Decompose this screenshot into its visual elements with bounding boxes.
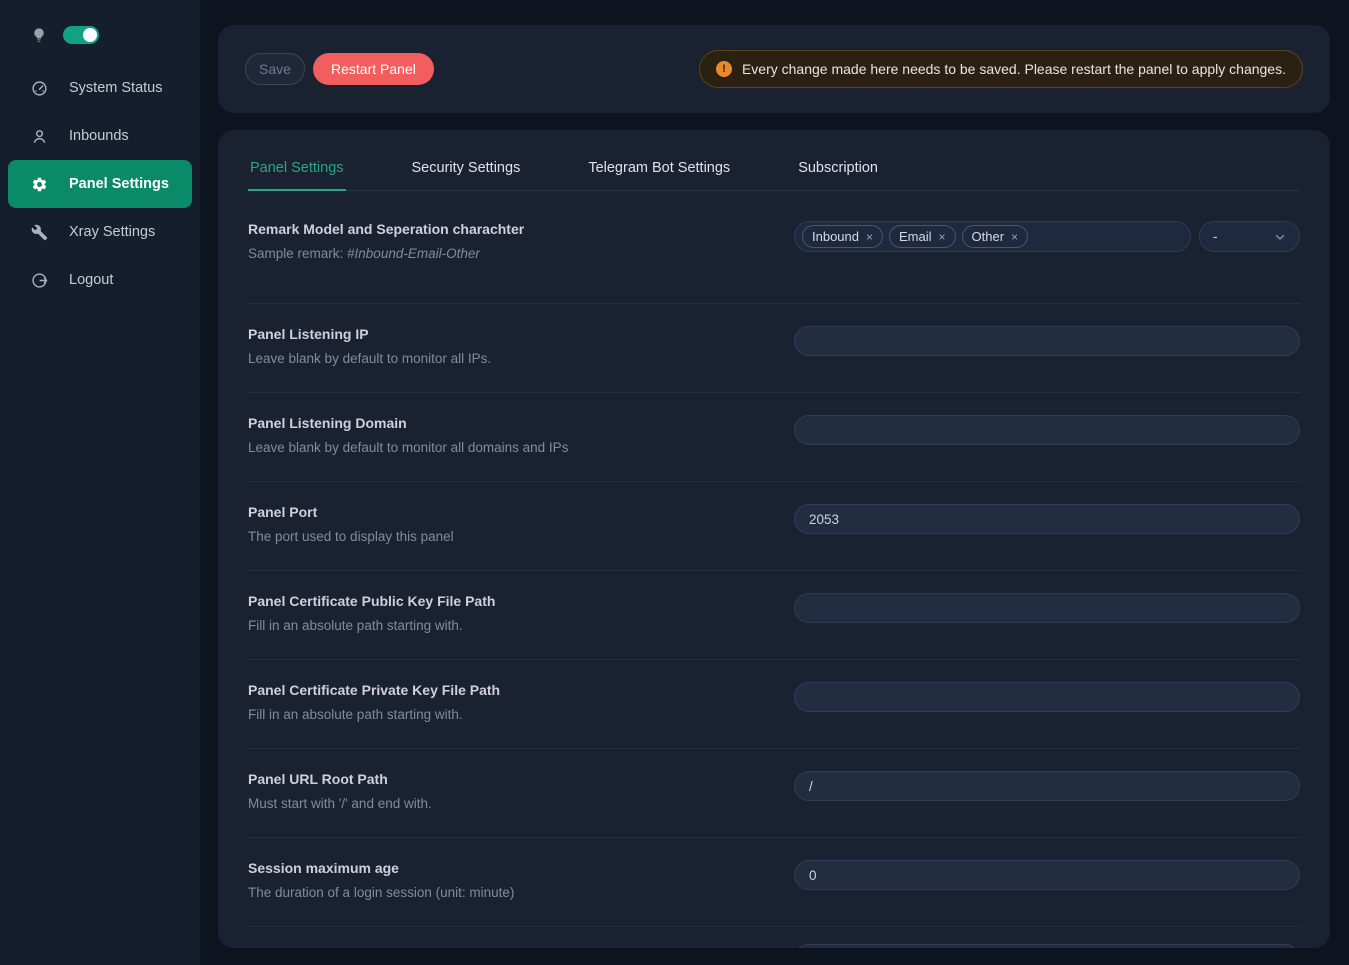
field-description: Panel Certificate Private Key File Path … (248, 682, 794, 722)
form-row-panel-port: Panel Port The port used to display this… (248, 482, 1300, 571)
field-label: Panel URL Root Path (248, 771, 754, 787)
form-row-cert-public-key: Panel Certificate Public Key File Path F… (248, 571, 1300, 660)
form-row-listening-ip: Panel Listening IP Leave blank by defaul… (248, 304, 1300, 393)
session-max-age-input[interactable] (794, 860, 1300, 890)
field-label: Panel Listening IP (248, 326, 754, 342)
dark-mode-toggle[interactable] (63, 26, 99, 44)
tag-label: Other (972, 229, 1005, 244)
sidebar-item-system-status[interactable]: System Status (0, 64, 200, 112)
form-row-session-max-age: Session maximum age The duration of a lo… (248, 838, 1300, 927)
field-label: Session maximum age (248, 860, 754, 876)
sidebar-item-inbounds[interactable]: Inbounds (0, 112, 200, 160)
sublabel-sample: #Inbound-Email-Other (347, 246, 480, 261)
tab-subscription[interactable]: Subscription (796, 150, 880, 190)
field-description: Panel URL Root Path Must start with '/' … (248, 771, 794, 811)
sidebar-item-logout[interactable]: Logout (0, 256, 200, 304)
sidebar-item-label: Xray Settings (69, 224, 155, 240)
field-sublabel: Leave blank by default to monitor all do… (248, 440, 754, 455)
field-controls: Inbound × Email × Other × - (794, 221, 1300, 252)
chevron-down-icon (1274, 231, 1286, 243)
form-row-remark-model: Remark Model and Seperation charachter S… (248, 191, 1300, 304)
cert-private-key-input[interactable] (794, 682, 1300, 712)
sidebar: System Status Inbounds Panel Settings Xr… (0, 0, 200, 965)
tag-inbound[interactable]: Inbound × (802, 225, 883, 248)
cert-public-key-input[interactable] (794, 593, 1300, 623)
remove-tag-icon[interactable]: × (939, 231, 946, 243)
gear-icon (31, 176, 48, 193)
tag-email[interactable]: Email × (889, 225, 956, 248)
form-row-cert-private-key: Panel Certificate Private Key File Path … (248, 660, 1300, 749)
field-label: Panel Listening Domain (248, 415, 754, 431)
theme-toggle-row (0, 20, 200, 50)
field-description: Remark Model and Seperation charachter S… (248, 221, 794, 261)
field-sublabel: The port used to display this panel (248, 529, 754, 544)
user-icon (31, 128, 48, 145)
action-toolbar: Save Restart Panel ! Every change made h… (218, 25, 1330, 113)
dashboard-icon (31, 80, 48, 97)
remove-tag-icon[interactable]: × (866, 231, 873, 243)
remove-tag-icon[interactable]: × (1011, 231, 1018, 243)
field-description: Panel Port The port used to display this… (248, 504, 794, 544)
save-button[interactable]: Save (245, 53, 305, 85)
form-row-partial (248, 927, 1300, 948)
form-row-url-root-path: Panel URL Root Path Must start with '/' … (248, 749, 1300, 838)
panel-port-input[interactable] (794, 504, 1300, 534)
sidebar-item-xray-settings[interactable]: Xray Settings (0, 208, 200, 256)
field-description: Panel Listening IP Leave blank by defaul… (248, 326, 794, 366)
tag-label: Email (899, 229, 932, 244)
field-description: Session maximum age The duration of a lo… (248, 860, 794, 900)
warning-icon: ! (716, 61, 732, 77)
sidebar-item-label: Panel Settings (69, 176, 169, 192)
alert-text: Every change made here needs to be saved… (742, 61, 1286, 77)
settings-panel: Panel Settings Security Settings Telegra… (218, 130, 1330, 948)
field-label: Panel Certificate Public Key File Path (248, 593, 754, 609)
sublabel-prefix: Sample remark: (248, 246, 347, 261)
settings-tabs: Panel Settings Security Settings Telegra… (248, 150, 1300, 191)
toggle-knob (83, 28, 97, 42)
field-sublabel: Leave blank by default to monitor all IP… (248, 351, 754, 366)
field-sublabel: Sample remark: #Inbound-Email-Other (248, 246, 754, 261)
logout-icon (31, 272, 48, 289)
field-label: Panel Port (248, 504, 754, 520)
remark-tags-input[interactable]: Inbound × Email × Other × (794, 221, 1191, 252)
field-sublabel: Must start with '/' and end with. (248, 796, 754, 811)
tag-label: Inbound (812, 229, 859, 244)
lightbulb-icon (31, 27, 47, 43)
tab-panel-settings[interactable]: Panel Settings (248, 150, 346, 190)
wrench-icon (31, 224, 48, 241)
listening-ip-input[interactable] (794, 326, 1300, 356)
tag-other[interactable]: Other × (962, 225, 1029, 248)
field-label: Panel Certificate Private Key File Path (248, 682, 754, 698)
field-description: Panel Listening Domain Leave blank by de… (248, 415, 794, 455)
sidebar-item-label: Logout (69, 272, 113, 288)
sidebar-item-panel-settings[interactable]: Panel Settings (8, 160, 192, 208)
toolbar-buttons: Save Restart Panel (245, 53, 434, 85)
url-root-path-input[interactable] (794, 771, 1300, 801)
tab-security-settings[interactable]: Security Settings (410, 150, 523, 190)
main-content: Save Restart Panel ! Every change made h… (200, 0, 1349, 965)
field-description: Panel Certificate Public Key File Path F… (248, 593, 794, 633)
field-sublabel: Fill in an absolute path starting with. (248, 618, 754, 633)
field-sublabel: The duration of a login session (unit: m… (248, 885, 754, 900)
field-label: Remark Model and Seperation charachter (248, 221, 754, 237)
select-value: - (1213, 229, 1218, 244)
form-row-listening-domain: Panel Listening Domain Leave blank by de… (248, 393, 1300, 482)
field-sublabel: Fill in an absolute path starting with. (248, 707, 754, 722)
sidebar-item-label: System Status (69, 80, 162, 96)
unsaved-changes-alert: ! Every change made here needs to be sav… (699, 50, 1303, 88)
partial-input[interactable] (794, 944, 1300, 948)
tab-telegram-bot-settings[interactable]: Telegram Bot Settings (586, 150, 732, 190)
sidebar-item-label: Inbounds (69, 128, 129, 144)
separator-select[interactable]: - (1199, 221, 1300, 252)
restart-panel-button[interactable]: Restart Panel (313, 53, 434, 85)
listening-domain-input[interactable] (794, 415, 1300, 445)
